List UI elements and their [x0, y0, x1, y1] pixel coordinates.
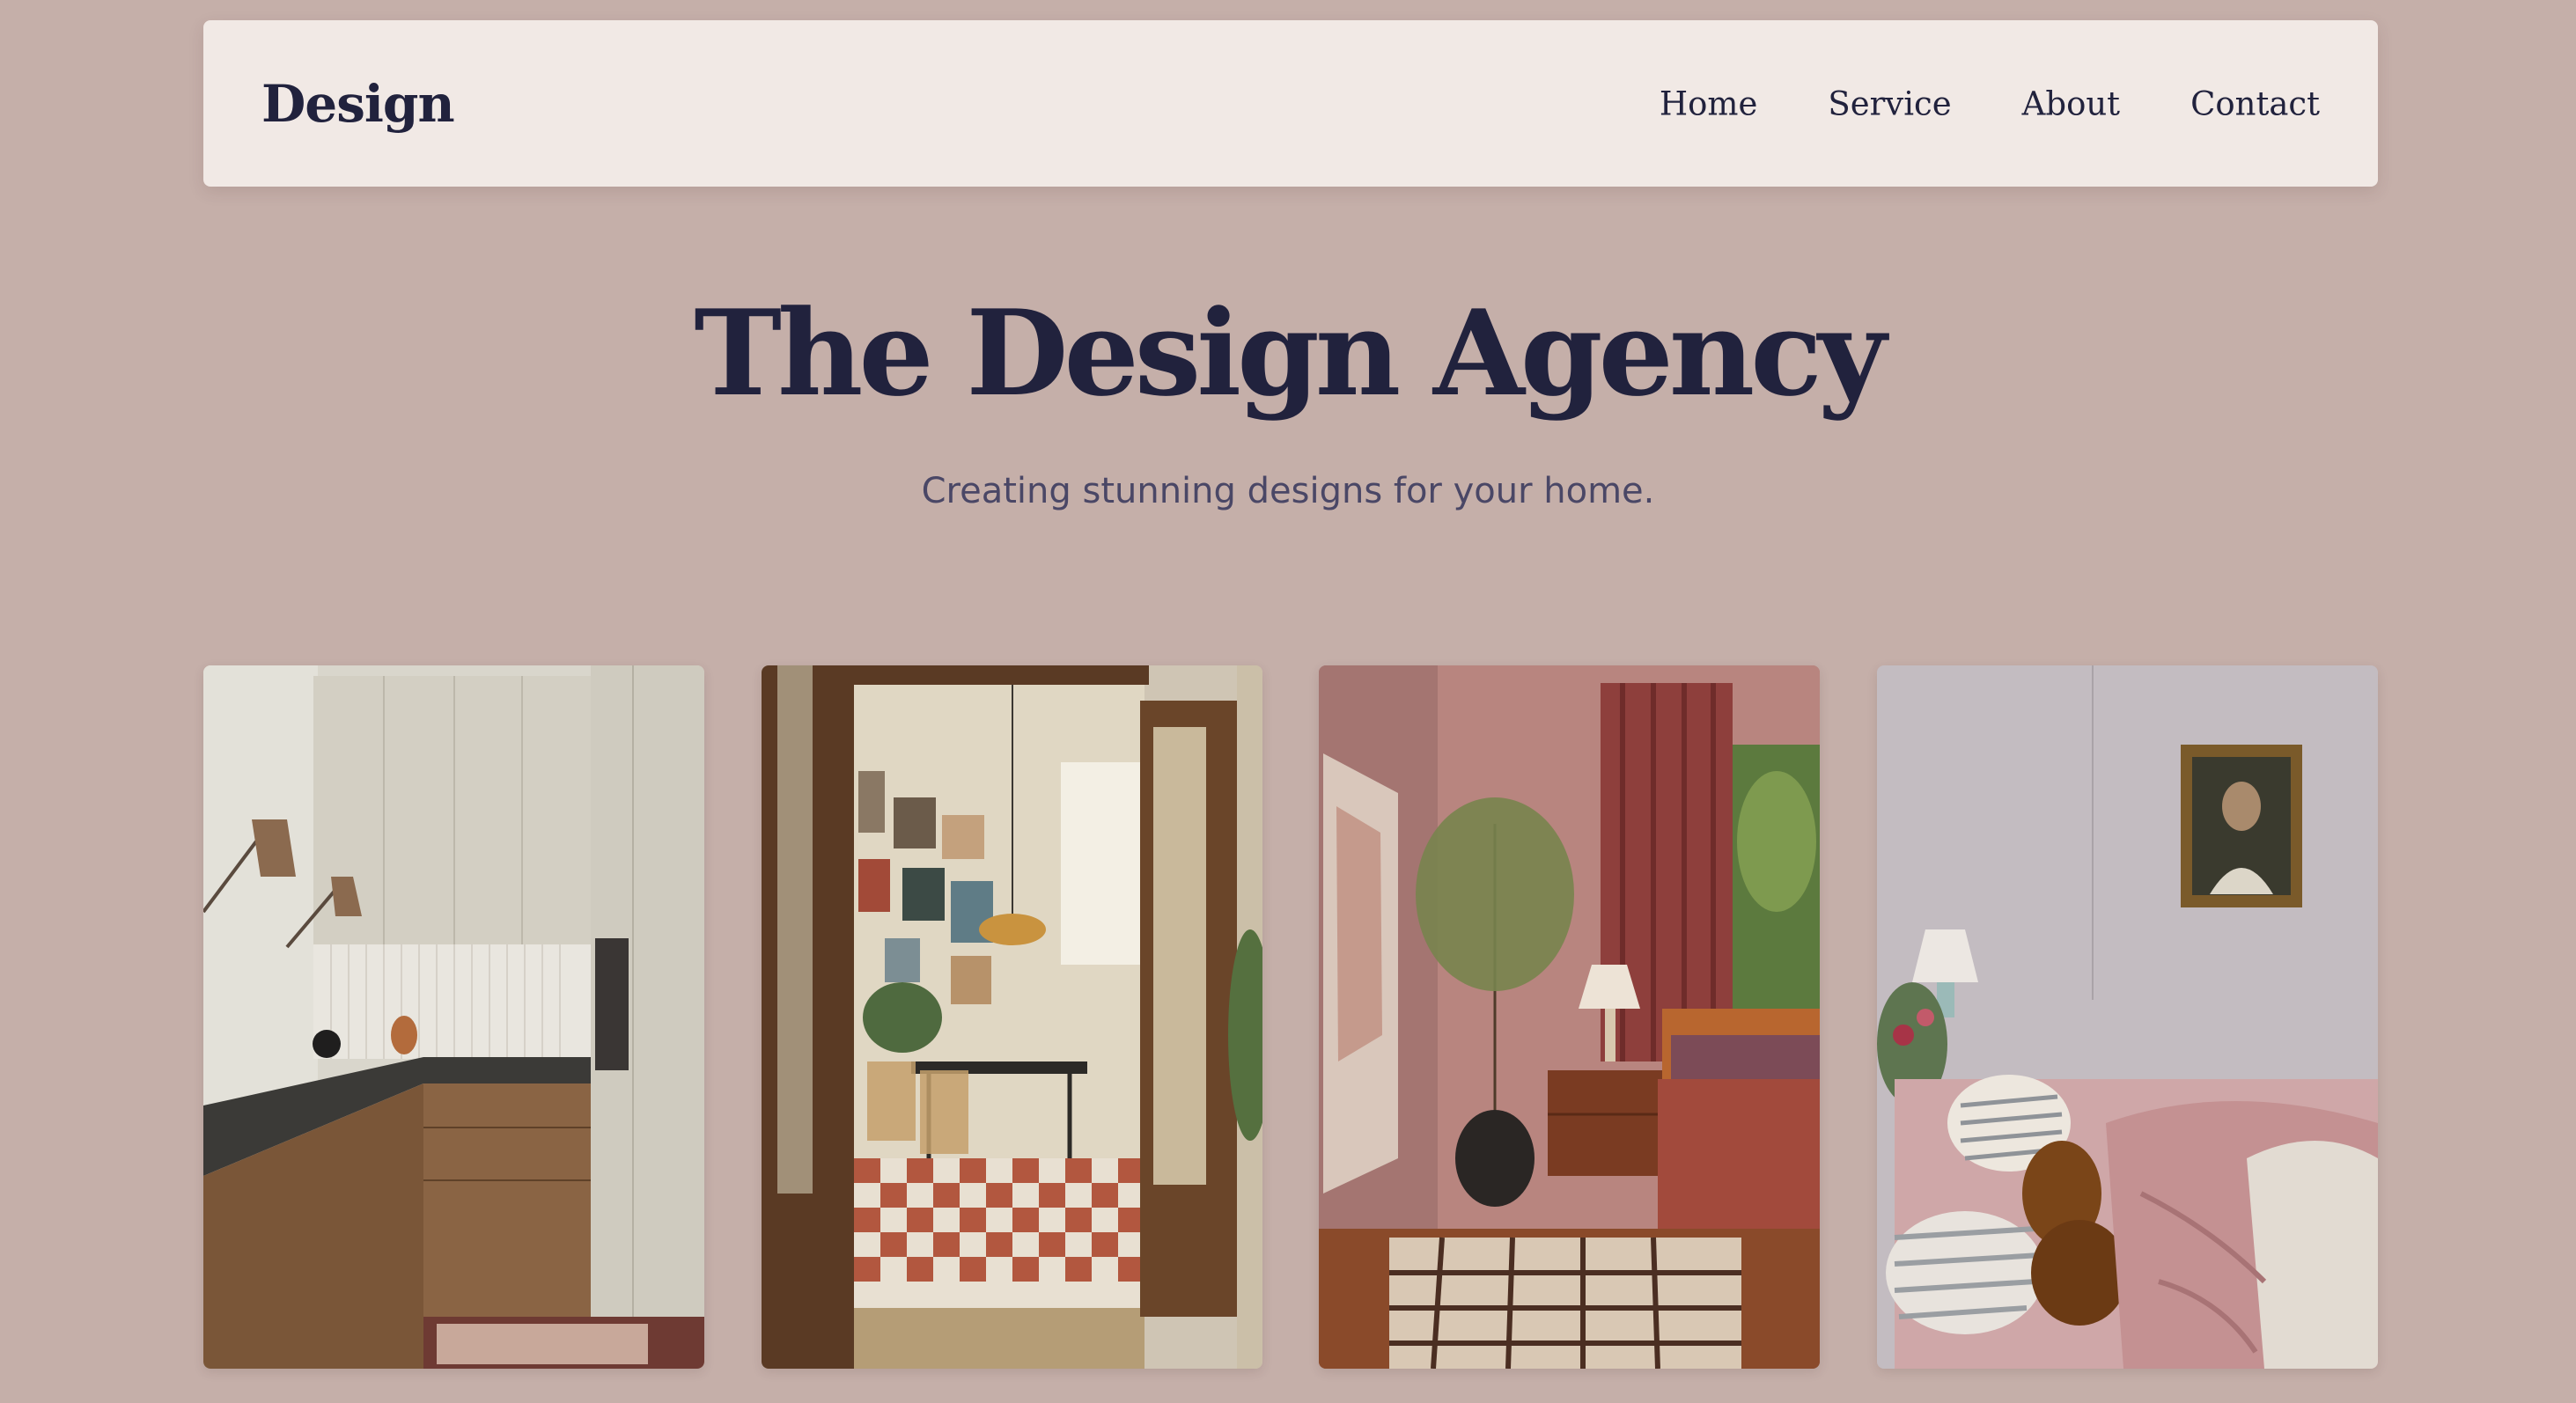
nav-item-contact: Contact	[2190, 84, 2320, 122]
nav-link-home[interactable]: Home	[1660, 84, 1758, 122]
gallery-image-kitchen[interactable]	[203, 665, 704, 1369]
nav-item-home: Home	[1660, 84, 1758, 122]
portrait-bedroom-illustration	[1876, 665, 2378, 1369]
nav-item-service: Service	[1828, 84, 1951, 122]
pink-bedroom-illustration	[1319, 665, 1821, 1369]
gallery-image-portrait-bedroom[interactable]	[1876, 665, 2378, 1369]
nav-link-service[interactable]: Service	[1828, 84, 1951, 122]
image-gallery	[203, 665, 2378, 1369]
nav-link-contact[interactable]: Contact	[2190, 84, 2320, 122]
kitchen-illustration	[203, 665, 704, 1369]
navbar: Design Home Service About Contact	[203, 20, 2378, 187]
hero-subtitle: Creating stunning designs for your home.	[921, 471, 1655, 511]
nav-item-about: About	[2022, 84, 2120, 122]
dining-room-illustration	[761, 665, 1262, 1369]
brand-logo[interactable]: Design	[261, 74, 455, 134]
nav-links: Home Service About Contact	[1660, 84, 2320, 122]
gallery-image-pink-bedroom[interactable]	[1319, 665, 1821, 1369]
nav-link-about[interactable]: About	[2022, 84, 2120, 122]
hero-title: The Design Agency	[694, 283, 1886, 422]
gallery-image-dining-room[interactable]	[761, 665, 1262, 1369]
